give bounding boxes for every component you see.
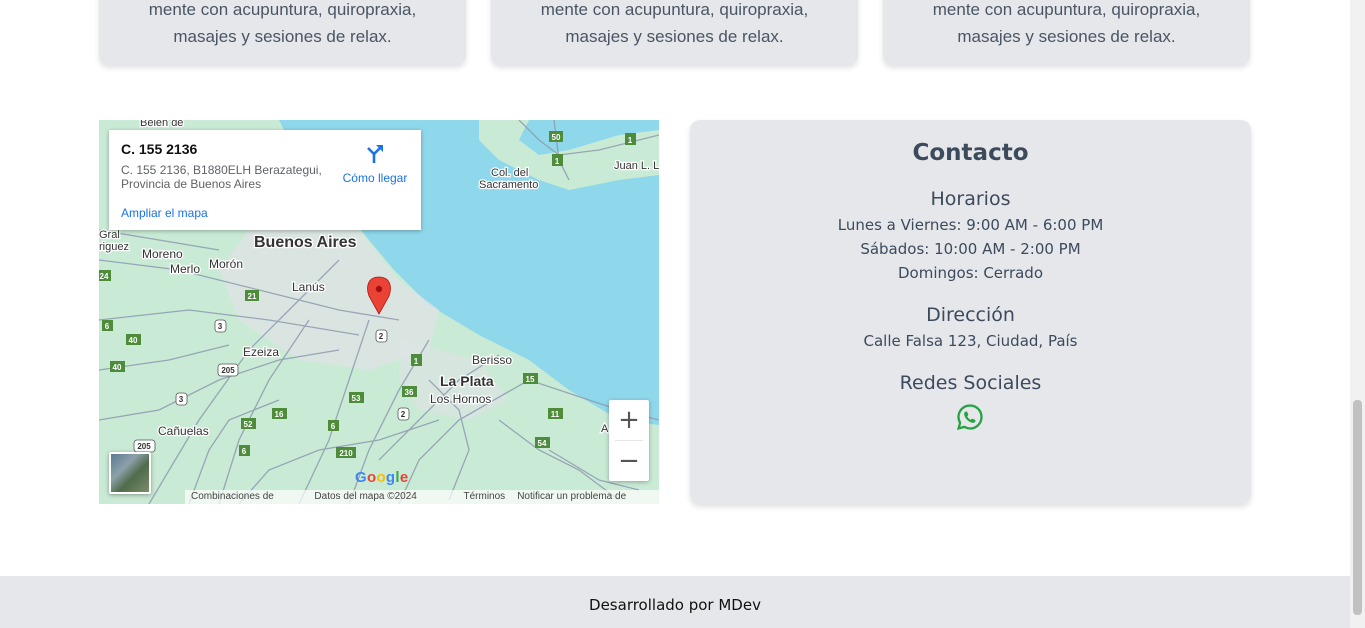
svg-text:15: 15 bbox=[526, 375, 535, 384]
place-address: C. 155 2136, B1880ELH Berazategui, Provin… bbox=[121, 163, 322, 191]
svg-text:54: 54 bbox=[538, 439, 547, 448]
svg-text:La Plata: La Plata bbox=[440, 373, 494, 389]
google-logo: Google bbox=[355, 469, 409, 486]
footer: Desarrollado por MDev bbox=[0, 576, 1350, 628]
terms-link[interactable]: Términos bbox=[458, 490, 512, 504]
contact-card: Contacto Horarios Lunes a Viernes: 9:00 … bbox=[690, 120, 1251, 504]
svg-text:24: 24 bbox=[100, 272, 109, 281]
svg-text:Juan L. L: Juan L. L bbox=[614, 160, 659, 172]
svg-text:Lanús: Lanús bbox=[292, 280, 325, 294]
enlarge-map-link[interactable]: Ampliar el mapa bbox=[121, 206, 208, 220]
service-card: mente con acupuntura, quiropraxia, masaje… bbox=[491, 0, 858, 65]
report-problem-link[interactable]: Notificar un problema de Maps bbox=[511, 490, 659, 504]
svg-text:210: 210 bbox=[339, 449, 353, 458]
contact-title: Contacto bbox=[912, 140, 1029, 166]
svg-text:21: 21 bbox=[248, 292, 257, 301]
svg-text:16: 16 bbox=[275, 410, 284, 419]
hours-sunday: Domingos: Cerrado bbox=[897, 264, 1043, 282]
svg-text:53: 53 bbox=[352, 394, 361, 403]
svg-text:3: 3 bbox=[179, 395, 184, 404]
hours-saturday: Sábados: 10:00 AM - 2:00 PM bbox=[860, 240, 1081, 258]
svg-text:11: 11 bbox=[551, 410, 560, 419]
social-heading: Redes Sociales bbox=[899, 372, 1042, 394]
svg-text:2: 2 bbox=[379, 332, 384, 341]
svg-text:1: 1 bbox=[628, 136, 633, 145]
svg-text:Los Hornos: Los Hornos bbox=[430, 392, 491, 406]
svg-text:Gral: Gral bbox=[99, 229, 120, 241]
service-description: mente con acupuntura, quiropraxia, masaje… bbox=[932, 0, 1201, 46]
svg-text:Berisso: Berisso bbox=[472, 353, 512, 367]
svg-text:50: 50 bbox=[552, 133, 561, 142]
svg-text:40: 40 bbox=[129, 336, 138, 345]
directions-label: Cómo llegar bbox=[342, 171, 408, 185]
google-map[interactable]: 50 1 1 21 3 205 3 2 1 36 53 15 11 16 52 … bbox=[99, 120, 659, 504]
svg-text:36: 36 bbox=[405, 388, 414, 397]
page: mente con acupuntura, quiropraxia, masaje… bbox=[0, 0, 1365, 628]
svg-text:Cañuelas: Cañuelas bbox=[158, 424, 209, 438]
directions-icon bbox=[367, 145, 383, 163]
svg-text:52: 52 bbox=[244, 420, 253, 429]
svg-text:Merlo: Merlo bbox=[170, 262, 200, 276]
svg-text:6: 6 bbox=[331, 422, 336, 431]
map-attribution-bar: Combinaciones de teclas Datos del mapa ©… bbox=[185, 490, 659, 504]
svg-text:3: 3 bbox=[218, 322, 223, 331]
vertical-scrollbar[interactable] bbox=[1350, 0, 1365, 628]
zoom-controls: + − bbox=[609, 400, 649, 481]
svg-text:Moreno: Moreno bbox=[142, 247, 183, 261]
keyboard-shortcuts-link[interactable]: Combinaciones de teclas bbox=[185, 490, 308, 504]
service-card: mente con acupuntura, quiropraxia, masaje… bbox=[883, 0, 1250, 65]
service-card: mente con acupuntura, quiropraxia, masaje… bbox=[99, 0, 466, 65]
svg-text:1: 1 bbox=[414, 357, 419, 366]
scrollbar-thumb[interactable] bbox=[1353, 400, 1362, 615]
whatsapp-icon[interactable] bbox=[956, 403, 984, 431]
zoom-in-button[interactable]: + bbox=[609, 400, 649, 440]
svg-text:205: 205 bbox=[137, 442, 151, 451]
svg-text:40: 40 bbox=[113, 363, 122, 372]
service-description: mente con acupuntura, quiropraxia, masaje… bbox=[148, 0, 417, 46]
svg-text:Morón: Morón bbox=[209, 257, 243, 271]
hours-heading: Horarios bbox=[930, 188, 1011, 210]
place-info-card: C. 155 2136 C. 155 2136, B1880ELH Beraza… bbox=[109, 130, 421, 230]
map-data-text: Datos del mapa ©2024 Google bbox=[314, 491, 417, 502]
svg-text:Sacramento: Sacramento bbox=[479, 179, 538, 191]
svg-text:Col. del: Col. del bbox=[491, 167, 528, 179]
svg-text:1: 1 bbox=[555, 157, 560, 166]
satellite-layer-toggle[interactable] bbox=[109, 452, 151, 494]
hours-weekdays: Lunes a Viernes: 9:00 AM - 6:00 PM bbox=[837, 216, 1104, 234]
address-heading: Dirección bbox=[926, 304, 1015, 326]
footer-credit: Desarrollado por MDev bbox=[589, 596, 761, 614]
svg-text:6: 6 bbox=[242, 447, 247, 456]
directions-button[interactable]: Cómo llegar bbox=[335, 142, 415, 185]
address-text: Calle Falsa 123, Ciudad, País bbox=[863, 332, 1078, 350]
svg-text:6: 6 bbox=[105, 322, 110, 331]
place-title: C. 155 2136 bbox=[121, 141, 198, 157]
svg-text:2: 2 bbox=[401, 410, 406, 419]
svg-text:Buenos Aires: Buenos Aires bbox=[254, 234, 357, 251]
zoom-out-button[interactable]: − bbox=[609, 441, 649, 481]
svg-text:riguez: riguez bbox=[99, 241, 129, 253]
svg-text:A: A bbox=[601, 423, 609, 435]
svg-text:Belén de: Belén de bbox=[140, 120, 183, 129]
svg-text:205: 205 bbox=[221, 366, 235, 375]
service-description: mente con acupuntura, quiropraxia, masaje… bbox=[540, 0, 809, 46]
svg-text:Ezeiza: Ezeiza bbox=[243, 345, 279, 359]
